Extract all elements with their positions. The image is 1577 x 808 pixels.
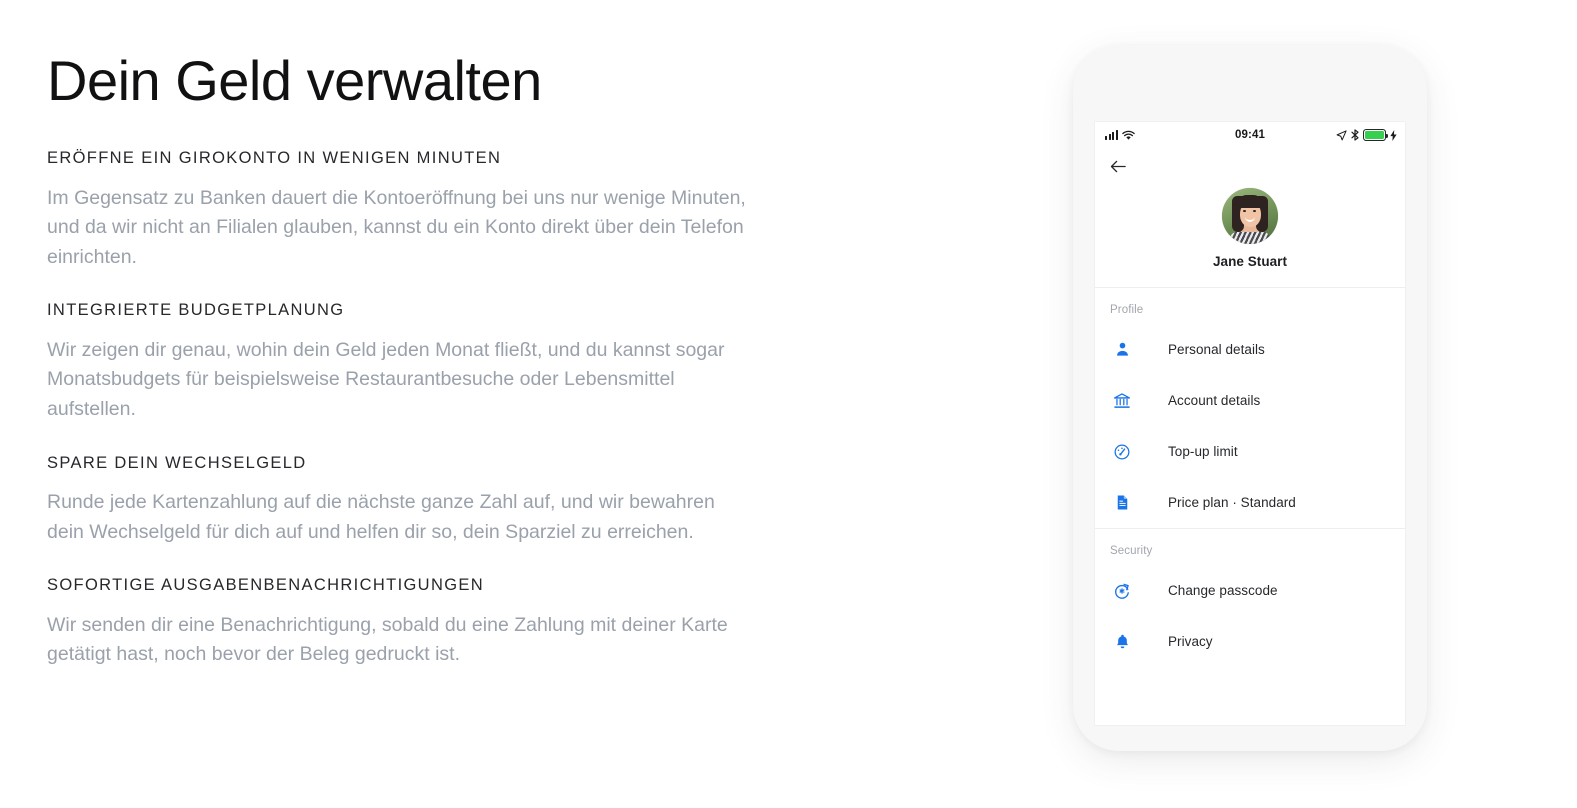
menu-item-top-up-limit[interactable]: Top-up limit [1095, 426, 1405, 477]
menu-item-label: Personal details [1168, 342, 1265, 357]
menu-item-account-details[interactable]: Account details [1095, 375, 1405, 426]
feature-body: Runde jede Kartenzahlung auf die nächste… [47, 491, 715, 543]
feature-title: SOFORTIGE AUSGABENBENACHRICHTIGUNGEN [47, 576, 485, 595]
charging-bolt-icon [1390, 129, 1397, 141]
phone-screen: 09:41 Jane Stuart Profile Personal detai… [1095, 122, 1405, 725]
profile-name: Jane Stuart [1212, 254, 1288, 269]
menu-item-label: Price plan · Standard [1168, 495, 1296, 510]
battery-icon [1363, 129, 1389, 141]
bank-icon [1110, 389, 1134, 413]
page-root: Dein Geld verwalten ERÖFFNE EIN GIROKONT… [0, 0, 1577, 808]
feature-body: Wir senden dir eine Benachrichtigung, so… [47, 613, 728, 666]
phone-mockup: 09:41 Jane Stuart Profile Personal detai… [1073, 45, 1427, 751]
menu-item-price-plan[interactable]: Price plan · Standard [1095, 477, 1405, 528]
feature-title: SPARE DEIN WECHSELGELD [47, 453, 307, 472]
menu-item-label: Change passcode [1168, 583, 1278, 598]
person-icon [1110, 338, 1134, 362]
menu-item-label: Account details [1168, 393, 1261, 408]
feature-block: ERÖFFNE EIN GIROKONTO IN WENIGEN MINUTEN… [47, 148, 767, 272]
menu-item-change-passcode[interactable]: Change passcode [1095, 565, 1405, 616]
document-icon [1110, 491, 1134, 515]
feature-title: INTEGRIERTE BUDGETPLANUNG [47, 301, 345, 320]
bluetooth-icon [1351, 129, 1359, 141]
feature-title: ERÖFFNE EIN GIROKONTO IN WENIGEN MINUTEN [47, 149, 502, 168]
back-arrow-icon[interactable] [1109, 157, 1128, 176]
section-label-profile: Profile [1110, 304, 1144, 316]
speedometer-icon [1110, 440, 1134, 464]
feature-body: Im Gegensatz zu Banken dauert die Kontoe… [47, 186, 746, 268]
location-arrow-icon [1336, 129, 1347, 140]
status-bar-right [1336, 122, 1397, 148]
menu-item-label: Privacy [1168, 634, 1213, 649]
menu-item-label: Top-up limit [1168, 444, 1238, 459]
feature-block: SPARE DEIN WECHSELGELD Runde jede Karten… [47, 453, 767, 548]
section-label-security: Security [1110, 545, 1153, 557]
user-avatar-photo[interactable] [1222, 188, 1278, 244]
bell-icon [1110, 630, 1134, 654]
reset-passcode-icon [1110, 579, 1134, 603]
menu-item-privacy[interactable]: Privacy [1095, 616, 1405, 667]
feature-block: SOFORTIGE AUSGABENBENACHRICHTIGUNGEN Wir… [47, 575, 767, 670]
profile-header: Jane Stuart [1095, 184, 1405, 287]
feature-block: INTEGRIERTE BUDGETPLANUNG Wir zeigen dir… [47, 300, 767, 424]
status-bar: 09:41 [1095, 122, 1405, 148]
navigation-bar [1095, 148, 1405, 184]
page-title: Dein Geld verwalten [47, 49, 542, 112]
marketing-copy-column: Dein Geld verwalten ERÖFFNE EIN GIROKONT… [47, 48, 767, 670]
menu-item-personal-details[interactable]: Personal details [1095, 324, 1405, 375]
feature-body: Wir zeigen dir genau, wohin dein Geld je… [47, 338, 725, 421]
